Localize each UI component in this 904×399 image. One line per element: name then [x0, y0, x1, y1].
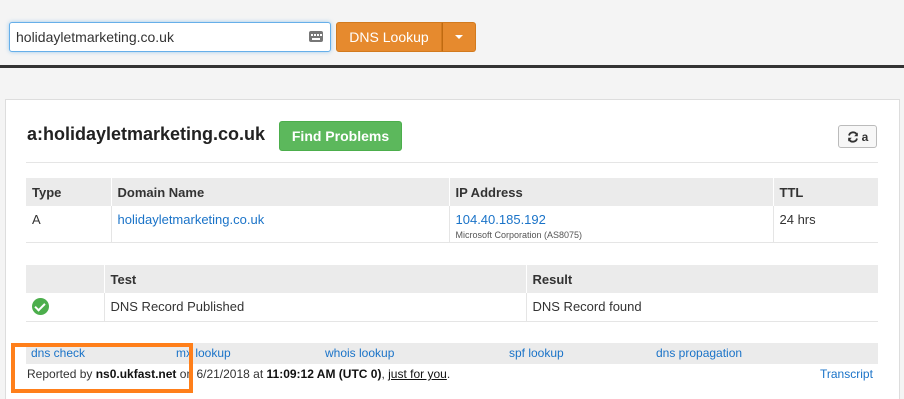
search-input[interactable]	[10, 23, 302, 51]
transcript-link[interactable]: Transcript	[820, 367, 873, 381]
record-ip-cell: 104.40.185.192 Microsoft Corporation (AS…	[449, 206, 774, 243]
table-header-row: Type Domain Name IP Address TTL	[26, 178, 878, 206]
table-row: A holidayletmarketing.co.uk 104.40.185.1…	[26, 206, 878, 243]
record-type: A	[26, 206, 112, 243]
column-header-ttl: TTL	[773, 178, 878, 206]
record-ttl: 24 hrs	[773, 206, 878, 243]
footer-comma: ,	[381, 367, 385, 381]
column-header-type: Type	[26, 178, 112, 206]
table-row: DNS Record Published DNS Record found	[26, 293, 878, 322]
table-header-row: Test Result	[26, 265, 878, 293]
page-title: a:holidayletmarketing.co.uk	[27, 124, 266, 144]
ip-owner: Microsoft Corporation (AS8075)	[455, 230, 583, 240]
find-problems-button[interactable]: Find Problems	[279, 121, 402, 151]
just-for-you-link[interactable]: just for you	[388, 367, 447, 381]
refresh-label: a	[861, 129, 869, 144]
column-header-domain: Domain Name	[111, 178, 450, 206]
column-header-ip: IP Address	[449, 178, 774, 206]
test-name: DNS Record Published	[104, 293, 527, 322]
dns-lookup-button[interactable]: DNS Lookup	[336, 22, 442, 52]
records-table: Type Domain Name IP Address TTL A holida…	[26, 178, 878, 243]
report-time: 11:09:12 AM (UTC 0)	[266, 367, 382, 381]
refresh-icon	[847, 130, 858, 143]
test-table: Test Result DNS Record Published DNS Rec…	[26, 265, 878, 322]
link-spf-lookup[interactable]: spf lookup	[509, 346, 564, 360]
top-bar: DNS Lookup	[0, 0, 904, 68]
record-domain-cell: holidayletmarketing.co.uk	[111, 206, 450, 243]
footer-period: .	[446, 367, 451, 381]
refresh-button[interactable]: a	[838, 125, 877, 148]
search-box[interactable]	[9, 22, 331, 52]
caret-down-icon	[455, 35, 463, 39]
check-circle-icon	[32, 298, 49, 315]
record-domain-link[interactable]: holidayletmarketing.co.uk	[118, 212, 265, 227]
divider	[26, 162, 878, 163]
keyboard-icon[interactable]	[309, 31, 323, 42]
record-ip-link[interactable]: 104.40.185.192	[456, 212, 546, 227]
column-header-result: Result	[526, 265, 878, 293]
highlight-box	[11, 343, 193, 393]
status-cell	[26, 293, 105, 322]
link-dns-propagation[interactable]: dns propagation	[656, 346, 742, 360]
test-result: DNS Record found	[526, 293, 878, 322]
column-header-status	[26, 265, 105, 293]
column-header-test: Test	[104, 265, 527, 293]
link-whois-lookup[interactable]: whois lookup	[325, 346, 394, 360]
lookup-dropdown-button[interactable]	[442, 22, 476, 52]
